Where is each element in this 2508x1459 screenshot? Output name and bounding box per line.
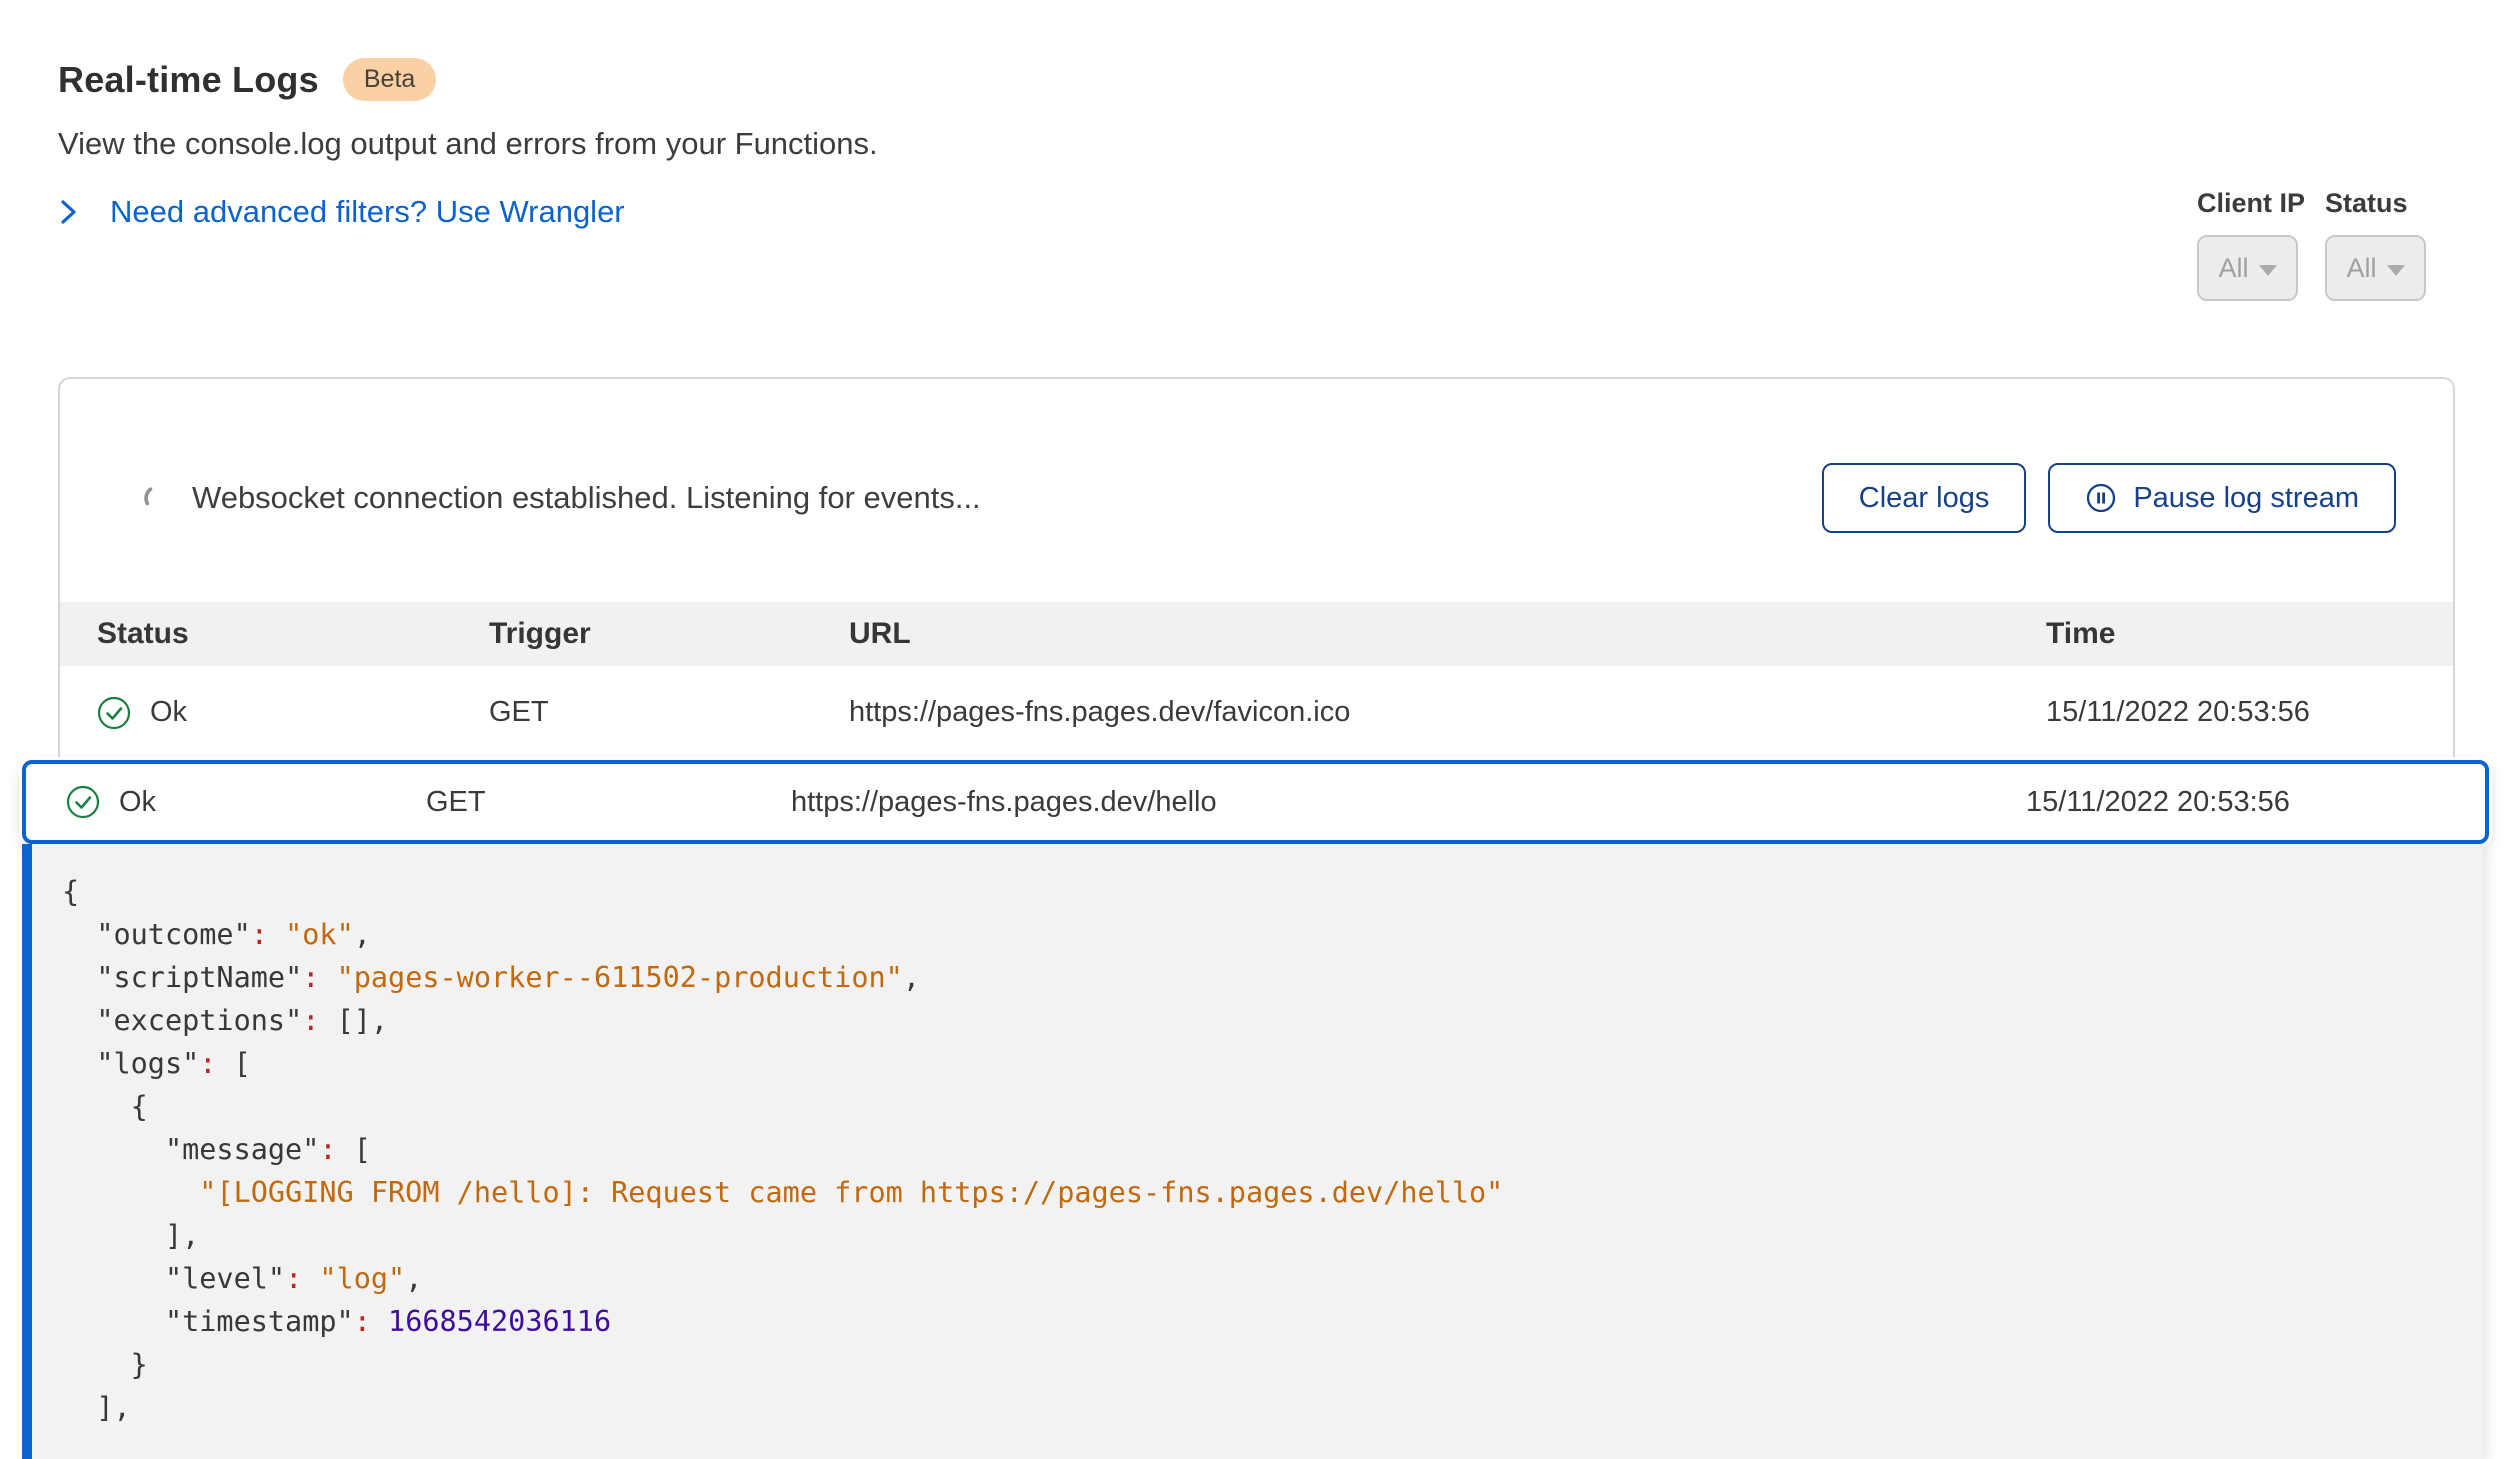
log-filters: Client IP All Status All bbox=[2197, 188, 2426, 301]
status-value: Ok bbox=[150, 696, 187, 729]
check-circle-icon bbox=[97, 696, 131, 730]
clear-logs-button[interactable]: Clear logs bbox=[1822, 463, 2027, 533]
trigger-value: GET bbox=[489, 696, 849, 729]
websocket-status-message: Websocket connection established. Listen… bbox=[192, 480, 981, 516]
pause-log-stream-button[interactable]: Pause log stream bbox=[2048, 463, 2396, 533]
json-log-output: { "outcome": "ok", "scriptName": "pages-… bbox=[22, 844, 2483, 1459]
beta-badge: Beta bbox=[343, 58, 436, 101]
status-filter-value: All bbox=[2347, 253, 2377, 284]
status-value: Ok bbox=[119, 786, 156, 819]
status-filter-select[interactable]: All bbox=[2325, 235, 2426, 301]
client-ip-filter-group: Client IP All bbox=[2197, 188, 2305, 301]
client-ip-filter-label: Client IP bbox=[2197, 188, 2305, 219]
status-filter-label: Status bbox=[2325, 188, 2426, 219]
clear-logs-label: Clear logs bbox=[1859, 482, 1990, 515]
url-value: https://pages-fns.pages.dev/favicon.ico bbox=[849, 696, 2046, 729]
column-header-time: Time bbox=[2046, 617, 2453, 651]
status-cell: Ok bbox=[97, 696, 489, 730]
caret-down-icon bbox=[2387, 265, 2405, 276]
time-value: 15/11/2022 20:53:56 bbox=[2026, 786, 2485, 819]
wrangler-advanced-filters-link[interactable]: Need advanced filters? Use Wrangler bbox=[58, 194, 625, 230]
pause-icon bbox=[2085, 482, 2117, 514]
page-title: Real-time Logs bbox=[58, 59, 319, 101]
status-cell: Ok bbox=[66, 785, 426, 819]
websocket-status: Websocket connection established. Listen… bbox=[142, 480, 981, 516]
column-header-url: URL bbox=[849, 617, 2046, 651]
column-header-trigger: Trigger bbox=[489, 617, 849, 651]
client-ip-filter-select[interactable]: All bbox=[2197, 235, 2298, 301]
page-header: Real-time Logs Beta bbox=[58, 58, 436, 101]
logs-toolbar: Websocket connection established. Listen… bbox=[60, 463, 2453, 533]
log-row-favicon[interactable]: Ok GET https://pages-fns.pages.dev/favic… bbox=[60, 666, 2453, 759]
trigger-value: GET bbox=[426, 786, 791, 819]
spinner-icon bbox=[142, 484, 170, 512]
client-ip-filter-value: All bbox=[2218, 253, 2248, 284]
toolbar-buttons: Clear logs Pause log stream bbox=[1822, 463, 2396, 533]
log-row-hello-selected[interactable]: Ok GET https://pages-fns.pages.dev/hello… bbox=[22, 760, 2489, 844]
pause-log-stream-label: Pause log stream bbox=[2133, 482, 2359, 515]
caret-down-icon bbox=[2259, 265, 2277, 276]
log-table-header: Status Trigger URL Time bbox=[60, 602, 2453, 666]
expanded-log-entry: Ok GET https://pages-fns.pages.dev/hello… bbox=[22, 760, 2489, 1459]
status-filter-group: Status All bbox=[2325, 188, 2426, 301]
column-header-status: Status bbox=[97, 617, 489, 651]
url-value: https://pages-fns.pages.dev/hello bbox=[791, 786, 2026, 819]
wrangler-link-label: Need advanced filters? Use Wrangler bbox=[110, 194, 625, 230]
check-circle-icon bbox=[66, 785, 100, 819]
chevron-right-icon bbox=[58, 195, 80, 229]
page-subtitle: View the console.log output and errors f… bbox=[58, 126, 878, 162]
time-value: 15/11/2022 20:53:56 bbox=[2046, 696, 2453, 729]
